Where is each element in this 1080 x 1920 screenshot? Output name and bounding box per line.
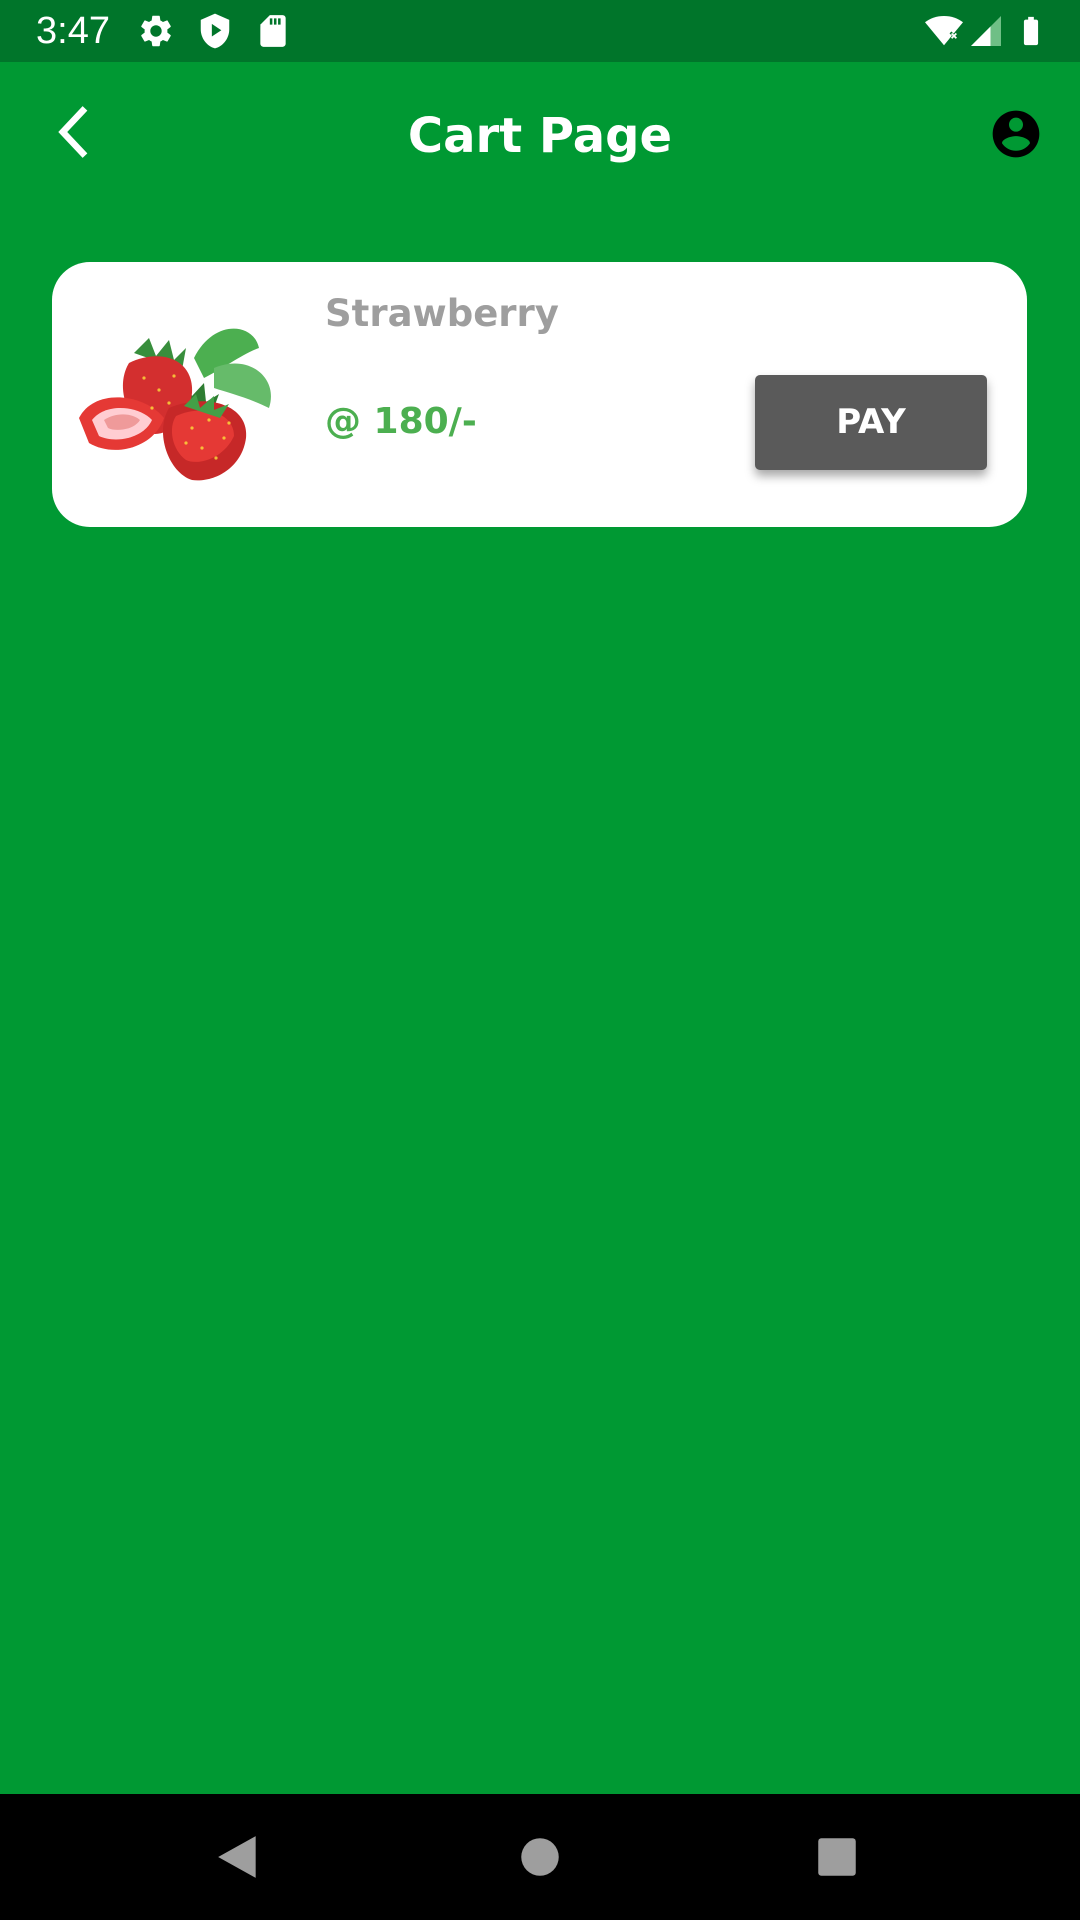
back-triangle-icon[interactable] [214, 1832, 264, 1882]
recents-square-icon[interactable] [812, 1832, 862, 1882]
settings-icon [141, 15, 171, 47]
home-circle-icon[interactable] [515, 1832, 565, 1882]
product-price: @ 180/- [325, 401, 477, 442]
screen: 3:47 Cart Page Strawberry @ 180/- PAY [0, 0, 1080, 1920]
status-bar: 3:47 [0, 0, 1080, 62]
pay-button[interactable]: PAY [755, 375, 987, 470]
account-circle-icon[interactable] [988, 106, 1044, 162]
cart-item-card: Strawberry @ 180/- PAY [52, 262, 1027, 527]
battery-icon [1023, 16, 1039, 46]
navigation-bar [0, 1794, 1080, 1920]
sd-card-icon [260, 15, 286, 47]
status-time: 3:47 [36, 10, 110, 52]
wifi-icon [925, 15, 963, 46]
product-name: Strawberry [325, 292, 559, 335]
app-bar: Cart Page [0, 62, 1080, 210]
shield-play-icon [200, 13, 230, 49]
cellular-signal-icon [971, 16, 1001, 46]
strawberry-image [79, 328, 271, 481]
page-title: Cart Page [407, 108, 673, 164]
